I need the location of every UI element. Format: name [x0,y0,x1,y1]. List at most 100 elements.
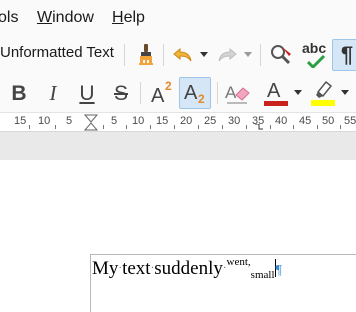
pilcrow-icon: ¶ [340,42,354,67]
undo-button[interactable] [170,40,196,70]
menu-help[interactable]: Help [112,9,145,27]
underline-button[interactable]: U [74,79,100,107]
spelling-icon-text: abc [302,40,327,56]
italic-icon: I [49,80,57,105]
ruler-tick [198,125,199,129]
font-color-dropdown[interactable] [292,84,304,102]
subscript-text: small [250,269,275,281]
menu-window-label: indow [52,9,94,26]
strikethrough-icon: S [113,81,128,105]
spelling-icon: abc [300,40,328,70]
ruler-tick [222,125,223,129]
document-page[interactable]: My·text·suddenly·went,small¶ [0,160,356,312]
ruler-label: 5 [66,115,73,127]
chevron-down-icon [200,52,208,57]
toolbar-separator [140,82,141,104]
subscript-button[interactable]: A 2 [179,77,211,109]
bold-button[interactable]: B [6,79,32,107]
text-boundary-top [90,254,356,255]
text-run: text [122,258,151,279]
clear-formatting-button[interactable]: A [222,78,252,108]
menu-window[interactable]: Window [37,9,94,27]
document-text-line[interactable]: My·text·suddenly·went,small¶ [92,256,282,281]
toolbar-separator [124,44,125,66]
checkmark-icon [307,55,325,68]
ruler-label: 30 [228,115,241,127]
ruler-tick [55,125,56,129]
chevron-down-icon [294,90,302,95]
ruler-tick [270,125,271,129]
ruler-label: 45 [299,115,312,127]
highlighting-dropdown[interactable] [339,84,351,102]
menu-bar: ols Window Help [0,0,356,36]
hourglass-indent-icon[interactable] [84,114,98,131]
redo-dropdown[interactable] [242,46,254,64]
ruler-label: 15 [14,115,27,127]
formatting-marks-button[interactable]: ¶ [332,39,356,71]
tab-stop-marker[interactable] [255,124,263,130]
paragraph-mark: ¶ [275,263,282,278]
horizontal-ruler[interactable]: 15 10 5 5 10 15 20 25 30 35 40 45 50 55 [0,112,356,132]
find-replace-button[interactable] [266,40,296,70]
superscript-button[interactable]: A 2 [145,77,177,109]
ruler-label: 40 [275,115,288,127]
text-run: suddenly [154,258,223,279]
ruler-label: 10 [132,115,145,127]
find-replace-icon [271,45,291,65]
strikethrough-button[interactable]: S [108,79,134,107]
toolbar-separator [217,82,218,104]
ruler-label: 50 [322,115,335,127]
menu-help-accel: H [112,9,124,26]
ruler-tick [174,125,175,129]
standard-toolbar: Unformatted Text abc ¶ [0,36,356,74]
document-background [0,132,356,160]
undo-icon [173,47,192,62]
subscript-icon-base: A [184,82,198,104]
writer-window: ols Window Help Unformatted Text abc ¶ B… [0,0,356,312]
menu-tools[interactable]: ols [0,9,18,27]
subscript-icon-mark: 2 [198,92,205,106]
superscript-icon-base: A [151,85,165,107]
chevron-down-icon [341,90,349,95]
ruler-tick [246,125,247,129]
bold-icon: B [11,81,27,105]
superscript-text: went, [226,256,251,268]
paragraph-style-box[interactable]: Unformatted Text [0,44,114,61]
underline-icon: U [79,81,95,105]
text-run: My [92,258,119,279]
superscript-icon-mark: 2 [165,79,172,93]
menu-help-label: elp [123,9,145,26]
ruler-tick [150,125,151,129]
formatting-toolbar: B I U S A 2 A 2 A A [0,74,356,112]
svg-text:A: A [225,83,237,102]
superscript-icon: A 2 [147,79,175,107]
ruler-tick [126,125,127,129]
ruler-label: 10 [38,115,51,127]
toolbar-separator [260,44,261,66]
ruler-tick [103,125,104,129]
ruler-label: 20 [180,115,193,127]
paintbrush-icon [139,44,153,65]
subscript-icon: A 2 [181,79,209,107]
ruler-tick [293,125,294,129]
menu-window-accel: W [37,9,53,26]
highlighting-button[interactable] [306,77,338,109]
font-color-swatch [264,101,288,106]
clone-formatting-button[interactable] [132,40,160,70]
chevron-down-icon [244,52,252,57]
undo-dropdown[interactable] [198,46,210,64]
highlighter-icon [311,80,335,106]
eraser-icon: A [225,83,250,104]
redo-button[interactable] [214,40,240,70]
ruler-tick [317,125,318,129]
ruler-label: 55 [344,115,356,127]
ruler-tick [340,125,341,129]
ruler-label: 15 [156,115,169,127]
font-color-button[interactable]: A [259,77,291,109]
ruler-label: 5 [111,115,118,127]
text-boundary-left [90,254,91,312]
toolbar-separator [163,44,164,66]
italic-button[interactable]: I [40,79,66,107]
redo-icon [218,47,237,62]
spelling-button[interactable]: abc [299,38,329,72]
